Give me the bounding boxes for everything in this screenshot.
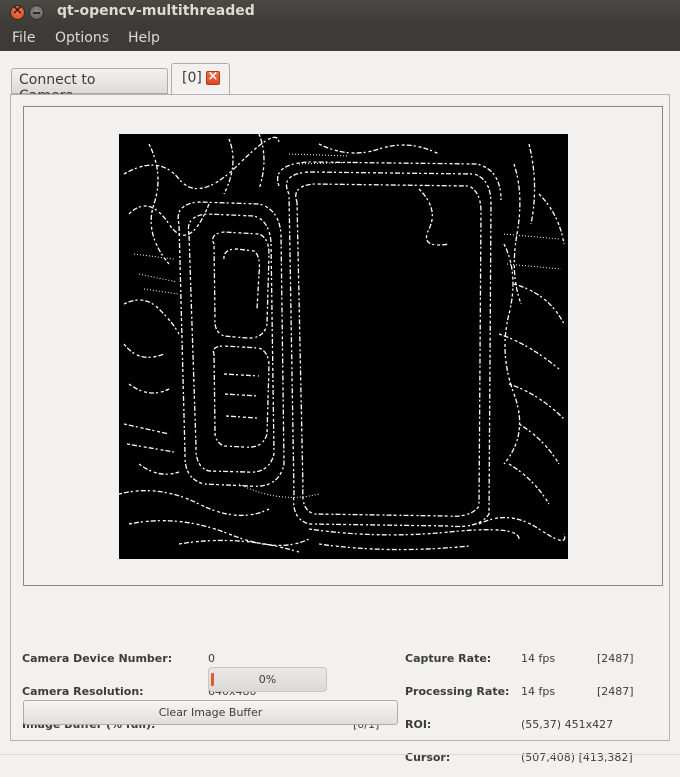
edge-detection-frame[interactable] (119, 134, 568, 559)
cursor-label: Cursor: (405, 751, 451, 764)
window-title: qt-opencv-multithreaded (57, 3, 255, 19)
image-buffer-progress-bar: 0% (208, 667, 327, 692)
frame-display[interactable] (23, 106, 663, 586)
device-number-value: 0 (208, 652, 215, 665)
capture-rate-label: Capture Rate: (405, 652, 492, 665)
minimize-window-icon[interactable] (29, 5, 44, 20)
tab-camera-label: [0] (182, 70, 202, 86)
tab-connect-to-camera[interactable]: Connect to Camera... (11, 68, 168, 104)
menu-file[interactable]: File (12, 30, 35, 46)
tab-camera-0[interactable]: [0] (171, 63, 230, 95)
menu-help[interactable]: Help (128, 30, 160, 46)
clear-image-buffer-button[interactable]: Clear Image Buffer (23, 700, 398, 725)
main-content: Connect to Camera... [0] (0, 51, 680, 777)
status-bar (0, 754, 680, 755)
image-buffer-percent: 0% (258, 673, 277, 686)
processing-rate-label: Processing Rate: (405, 685, 510, 698)
resolution-label: Camera Resolution: (22, 685, 144, 698)
menu-bar: File Options Help (0, 26, 680, 51)
cursor-value: (507,408) [413,382] (521, 751, 633, 764)
processing-rate-value: 14 fps (521, 685, 556, 698)
roi-value: (55,37) 451x427 (521, 718, 614, 731)
roi-label: ROI: (405, 718, 432, 731)
close-tab-icon[interactable] (206, 69, 220, 85)
close-window-icon[interactable] (10, 3, 25, 20)
device-number-label: Camera Device Number: (22, 652, 173, 665)
title-bar: qt-opencv-multithreaded (0, 0, 680, 26)
camera-view-panel: Camera Device Number: 0 Camera Resolutio… (10, 94, 670, 764)
capture-rate-frames: [2487] (597, 652, 634, 665)
edge-image-graphic (119, 134, 568, 559)
processing-rate-frames: [2487] (597, 685, 634, 698)
menu-options[interactable]: Options (55, 30, 109, 46)
capture-rate-value: 14 fps (521, 652, 556, 665)
